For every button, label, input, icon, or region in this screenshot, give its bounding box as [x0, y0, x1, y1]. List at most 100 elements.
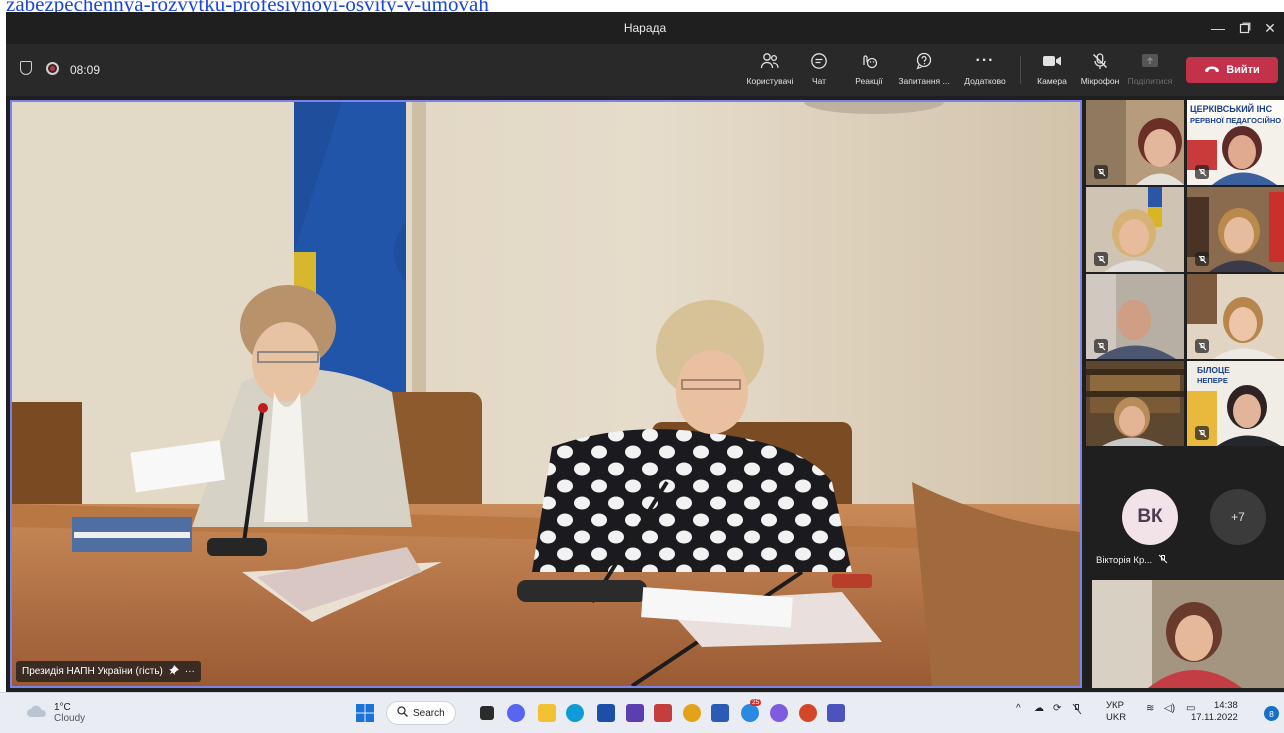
qna-label: Запитання ...	[898, 76, 950, 86]
mic-off-icon[interactable]	[1072, 703, 1082, 718]
start-icon[interactable]	[356, 704, 374, 722]
mail-icon[interactable]: 25	[741, 699, 762, 722]
taskbar-clock[interactable]: 14:38 17.11.2022	[1191, 700, 1238, 724]
task-view-icon[interactable]	[480, 706, 494, 720]
store-icon[interactable]	[597, 704, 615, 722]
chrome-icon[interactable]	[683, 704, 701, 722]
mic-off-icon	[1091, 50, 1109, 72]
avatar-name: Вікторія Кр...	[1096, 554, 1168, 567]
weather-widget[interactable]: 1°C Cloudy	[26, 702, 85, 724]
mic-off-icon	[1195, 252, 1209, 266]
notification-badge[interactable]: 8	[1264, 706, 1279, 721]
file-explorer-icon[interactable]	[538, 704, 556, 722]
share-icon	[1141, 50, 1159, 72]
lang-bottom: UKR	[1106, 712, 1127, 723]
onedrive-icon[interactable]: ☁	[1034, 703, 1044, 714]
participant-tile[interactable]	[1086, 100, 1184, 185]
mcafee-icon[interactable]	[654, 704, 672, 722]
self-view-video[interactable]	[1092, 580, 1284, 688]
participant-tile[interactable]: БІЛОЦЕ НЕПЕРЕ	[1187, 361, 1284, 446]
people-icon	[760, 50, 780, 72]
participant-video	[1086, 361, 1184, 446]
participant-options-icon[interactable]: ···	[185, 666, 195, 677]
reactions-icon	[859, 50, 879, 72]
mic-off-icon	[1094, 252, 1108, 266]
mic-off-icon	[1094, 165, 1108, 179]
participant-avatar-tile[interactable]: ВК +7 Вікторія Кр...	[1090, 464, 1284, 576]
more-participants-button[interactable]: +7	[1210, 489, 1266, 545]
qna-button[interactable]: Запитання ...	[894, 50, 954, 86]
reactions-label: Реакції	[855, 76, 883, 86]
leave-label: Вийти	[1226, 64, 1260, 76]
more-button[interactable]: ··· Додатково	[955, 50, 1015, 86]
tile-sign-top: ЦЕРКІВСЬКИЙ ІНС	[1190, 104, 1273, 114]
taskbar-search[interactable]: Search	[386, 701, 456, 725]
shield-icon	[20, 61, 32, 75]
share-button[interactable]: Поділитися	[1120, 50, 1180, 86]
cloud-icon	[26, 704, 48, 723]
meeting-room-scene	[12, 102, 1080, 686]
share-label: Поділитися	[1127, 76, 1173, 86]
powerpoint-icon[interactable]	[799, 704, 817, 722]
main-video[interactable]: Президія НАПН України (гість) ···	[10, 100, 1082, 688]
volume-icon[interactable]: ◁)	[1164, 703, 1175, 714]
clock-date: 17.11.2022	[1190, 712, 1238, 723]
chat-label: Чат	[811, 76, 827, 86]
edge-icon[interactable]	[566, 704, 584, 722]
camera-icon	[1042, 50, 1062, 72]
participant-tile[interactable]	[1086, 274, 1184, 359]
meeting-timer: 08:09	[70, 63, 101, 77]
mic-off-icon	[1195, 165, 1209, 179]
qna-icon	[915, 50, 933, 72]
chat-icon	[810, 50, 828, 72]
media-icon[interactable]	[626, 704, 644, 722]
teams-chat-icon[interactable]	[507, 704, 525, 722]
mic-off-icon	[1195, 426, 1209, 440]
participant-tile[interactable]	[1187, 187, 1284, 272]
avatar-name-label: Вікторія Кр...	[1096, 555, 1153, 566]
weather-desc: Cloudy	[54, 713, 86, 724]
meeting-toolbar: 08:09 Користувачі Чат Реакції Запитання …	[6, 44, 1284, 96]
pin-icon[interactable]	[168, 665, 179, 678]
windows-taskbar: 1°C Cloudy Search 25 ^ ☁ ⟳ УКР UKR ≋ ◁) …	[0, 692, 1284, 733]
language-indicator[interactable]: УКР UKR	[1106, 700, 1126, 724]
recording-icon	[46, 62, 59, 75]
close-icon[interactable]: ✕	[1258, 16, 1282, 40]
wifi-icon[interactable]: ≋	[1146, 703, 1154, 714]
leave-button[interactable]: Вийти	[1186, 57, 1278, 83]
mic-off-icon	[1158, 554, 1168, 567]
chevron-up-icon[interactable]: ^	[1016, 703, 1021, 714]
hangup-icon	[1204, 64, 1220, 76]
speaker-name: Президія НАПН України (гість)	[22, 666, 163, 677]
mic-off-icon	[1094, 339, 1108, 353]
people-label: Користувачі	[746, 76, 794, 86]
window-titlebar: Нарада — ✕	[6, 12, 1284, 44]
word-icon[interactable]	[711, 704, 729, 722]
participant-tile[interactable]	[1086, 187, 1184, 272]
camera-label: Камера	[1037, 76, 1067, 86]
sync-icon[interactable]: ⟳	[1053, 703, 1061, 714]
participant-tile[interactable]: ЦЕРКІВСЬКИЙ ІНС РЕРВНОЇ ПЕДАГОСІЙНО	[1187, 100, 1284, 185]
tile-sign-top: БІЛОЦЕ	[1197, 365, 1230, 375]
self-view-scene	[1092, 580, 1284, 688]
meeting-stage: Президія НАПН України (гість) ··· ЦЕРКІВ…	[6, 96, 1284, 692]
more-label: Додатково	[964, 76, 1006, 86]
tile-sign-bottom: НЕПЕРЕ	[1197, 376, 1228, 385]
participant-tile[interactable]	[1086, 361, 1184, 446]
participant-tile[interactable]	[1187, 274, 1284, 359]
search-label: Search	[413, 707, 445, 719]
weather-temp: 1°C	[54, 702, 71, 713]
more-icon: ···	[975, 52, 995, 69]
lang-top: УКР	[1106, 700, 1124, 711]
reactions-button[interactable]: Реакції	[839, 50, 899, 86]
minimize-icon[interactable]: —	[1206, 16, 1230, 40]
toolbar-divider	[1020, 56, 1021, 84]
tile-sign-bottom: РЕРВНОЇ ПЕДАГОСІЙНО	[1190, 116, 1282, 125]
speaker-name-badge: Президія НАПН України (гість) ···	[16, 661, 201, 682]
maximize-icon[interactable]	[1233, 16, 1257, 40]
teams-icon[interactable]	[827, 704, 845, 722]
viber-icon[interactable]	[770, 704, 788, 722]
search-icon	[397, 706, 408, 720]
mic-off-icon	[1195, 339, 1209, 353]
microphone-label: Мікрофон	[1080, 76, 1120, 86]
